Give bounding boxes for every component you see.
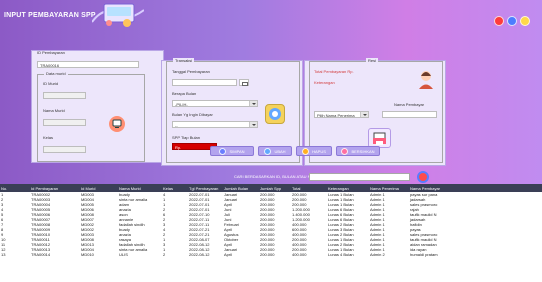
bulan-ke-select[interactable]: -- xyxy=(172,121,258,128)
nama-pembayar-field[interactable] xyxy=(382,111,437,118)
id-pembayaran-value: TRA00016 xyxy=(40,63,60,68)
total-label: Total Pembayaran Rp. xyxy=(314,69,354,74)
target-icon xyxy=(269,108,281,120)
data-murid-legend: Data murid xyxy=(44,71,68,76)
chevron-down-icon xyxy=(249,101,257,106)
column-header: Kelas xyxy=(163,185,174,191)
simpan-label: SIMPAN xyxy=(229,148,245,154)
id-murid-field[interactable] xyxy=(43,92,86,99)
table-cell: 200.000 xyxy=(260,252,275,257)
transaksi-legend: Transaksi xyxy=(173,58,195,63)
column-header: Jumlah Spp xyxy=(260,185,282,191)
table-row[interactable]: 13 TRA00014 MD010 ULIS 2 2022-08-12 April 200.0… xyxy=(0,252,542,257)
printer-icon xyxy=(373,132,386,145)
column-header: Total xyxy=(292,185,301,191)
table-cell: 13 xyxy=(1,252,6,257)
edit-icon xyxy=(264,147,272,155)
student-panel: ID Pembayaran TRA00016 Data murid ID Mur… xyxy=(31,50,164,163)
table-cell: 2 xyxy=(163,252,166,257)
ubah-label: UBAH xyxy=(274,148,286,154)
simpan-button[interactable]: SIMPAN xyxy=(210,146,254,156)
nama-murid-field[interactable] xyxy=(43,119,86,126)
column-header: Keterangan xyxy=(328,185,349,191)
spp-prefix: Rp. xyxy=(175,145,182,150)
id-murid-label: ID Murid xyxy=(43,81,59,86)
monitor-icon xyxy=(112,119,122,128)
table-cell: 400.000 xyxy=(292,252,307,257)
column-header: Id Pembayaran xyxy=(31,185,59,191)
nama-murid-label: Nama Murid xyxy=(43,108,65,113)
table-header: No. Id Pembayaran Id Murid Nama Murid Ke… xyxy=(0,184,542,192)
chevron-down-icon xyxy=(249,122,257,127)
id-pembayaran-label: ID Pembayaran xyxy=(37,50,65,55)
column-header: Tgl Pembayaran xyxy=(189,185,219,191)
column-header: Nama Pembayar xyxy=(410,185,441,191)
table-cell: TRA00014 xyxy=(31,252,51,257)
chevron-down-icon xyxy=(360,112,368,117)
minimize-button[interactable] xyxy=(507,16,517,26)
resi-legend: Resi xyxy=(366,58,379,63)
person-icon xyxy=(419,71,433,89)
penerima-value: Pilih Nama Penerima xyxy=(317,113,355,118)
bersihkan-button[interactable]: BERSIHKAN xyxy=(336,146,380,156)
tanggal-pembayaran-field[interactable] xyxy=(172,79,237,86)
table-cell: humaidi pratam xyxy=(410,252,438,257)
window-controls xyxy=(494,16,530,26)
header-area: INPUT PEMBAYARAN SPP ID Pembayaran TRA00… xyxy=(0,0,542,196)
table-cell: MD010 xyxy=(81,252,94,257)
clear-icon xyxy=(341,147,349,155)
table-body: 1 TRA00002 MD003 buady 4 2022-07-01 Januari 200… xyxy=(0,192,542,257)
kelas-field[interactable] xyxy=(43,146,86,153)
hapus-label: HAPUS xyxy=(312,148,326,154)
bersihkan-label: BERSIHKAN xyxy=(351,148,375,154)
process-button[interactable] xyxy=(265,104,285,124)
calendar-button[interactable] xyxy=(239,79,249,86)
search-row: CARI BERDASARKAN ID, BULAN ATAU NAMA MUR… xyxy=(0,170,542,184)
column-header: Jumlah Bulan xyxy=(224,185,249,191)
data-murid-group: Data murid ID Murid Nama Murid Kelas xyxy=(37,71,145,162)
table-cell: Admin 2 xyxy=(370,252,385,257)
berapa-bulan-select[interactable]: -PILIH- xyxy=(172,100,258,107)
spp-payment-app: INPUT PEMBAYARAN SPP ID Pembayaran TRA00… xyxy=(0,0,542,282)
payments-table: No. Id Pembayaran Id Murid Nama Murid Ke… xyxy=(0,184,542,257)
close-button[interactable] xyxy=(494,16,504,26)
column-header: Id Murid xyxy=(81,185,96,191)
nama-pembayar-label: Nama Pembayar xyxy=(394,102,425,107)
student-picker-button[interactable] xyxy=(109,116,125,132)
bulan-ke-label: Bulan Yg Ingin Dibayar xyxy=(172,112,213,117)
table-cell: ULIS xyxy=(119,252,128,257)
id-pembayaran-field[interactable]: TRA00016 xyxy=(37,61,139,68)
table-cell: Lunas 4 Bulan xyxy=(328,252,354,257)
berapa-bulan-value: -PILIH- xyxy=(175,102,188,107)
column-header: Nama Murid xyxy=(119,185,141,191)
table-cell: 2022-08-12 xyxy=(189,252,210,257)
table-cell: April xyxy=(224,252,233,257)
penerima-select[interactable]: Pilih Nama Penerima xyxy=(314,111,369,118)
keterangan-label: Keterangan xyxy=(314,80,335,85)
page-title: INPUT PEMBAYARAN SPP xyxy=(4,12,96,19)
berapa-bulan-label: Berapa Bulan xyxy=(172,91,197,96)
logo-illustration xyxy=(92,3,144,27)
search-input[interactable] xyxy=(309,173,410,181)
column-header: No. xyxy=(1,185,8,191)
spp-label: SPP Tiap Bulan xyxy=(172,135,200,140)
tanggal-pembayaran-label: Tanggal Pembayaran xyxy=(172,69,210,74)
column-header: Nama Penerima xyxy=(370,185,399,191)
maximize-button[interactable] xyxy=(520,16,530,26)
save-icon xyxy=(219,147,227,155)
hapus-button[interactable]: HAPUS xyxy=(296,146,332,156)
delete-icon xyxy=(302,147,310,155)
print-button[interactable] xyxy=(368,128,391,148)
kelas-label: Kelas xyxy=(43,135,54,140)
ubah-button[interactable]: UBAH xyxy=(258,146,292,156)
search-icon[interactable] xyxy=(417,171,429,183)
bulan-ke-value: -- xyxy=(175,123,178,128)
